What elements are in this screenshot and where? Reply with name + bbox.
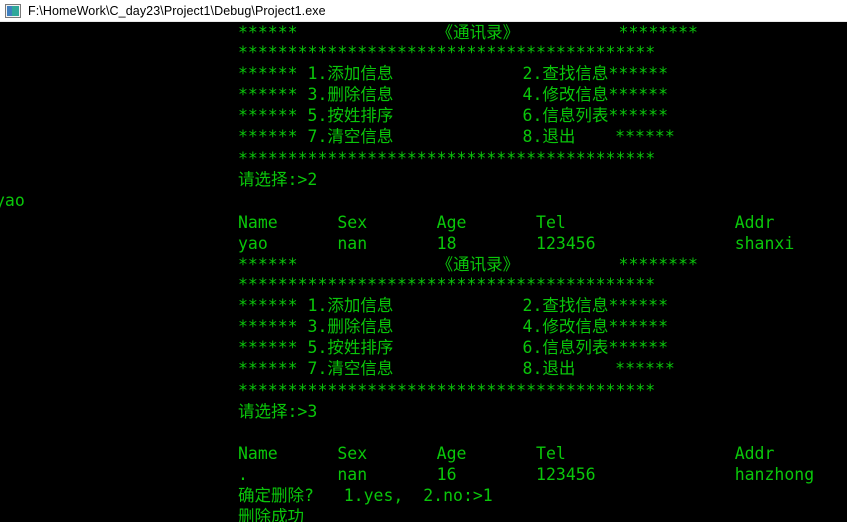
menu-separator-bottom-1: ****************************************… <box>238 149 656 168</box>
delete-success-message: 删除成功 <box>238 507 304 522</box>
confirm-delete-prompt: 确定删除? 1.yes, 2.no:>1 <box>238 486 493 505</box>
menu-title-line-2: ****** 《通讯录》 ******** <box>238 255 698 274</box>
table-header-2: Name Sex Age Tel Addr <box>238 444 775 463</box>
menu-item-row-2a[interactable]: ****** 1.添加信息 2.查找信息****** <box>0 295 847 316</box>
table-row-2: . nan 16 123456 hanzhong <box>238 465 815 484</box>
menu-separator-top-2: ****************************************… <box>238 275 656 294</box>
menu-item-row-1c[interactable]: ****** 5.按姓排序 6.信息列表****** <box>0 105 847 126</box>
prompt-choice-2: 请选择:>3 <box>238 402 318 421</box>
menu-separator-top-1: ****************************************… <box>238 43 656 62</box>
window-titlebar: F:\HomeWork\C_day23\Project1\Debug\Proje… <box>0 0 847 22</box>
table-header-1: Name Sex Age Tel Addr <box>238 213 775 232</box>
menu-item-row-1a[interactable]: ****** 1.添加信息 2.查找信息****** <box>0 63 847 84</box>
menu-item-row-1d[interactable]: ****** 7.清空信息 8.退出 ****** <box>0 126 847 147</box>
prompt-choice-1: 请选择:>2 <box>238 170 318 189</box>
menu-item-row-2d[interactable]: ****** 7.清空信息 8.退出 ****** <box>0 358 847 379</box>
console-output-area[interactable]: ****** 《通讯录》 ******** ******************… <box>0 22 847 522</box>
table-row-1: yao nan 18 123456 shanxi <box>238 234 795 253</box>
menu-item-row-2b[interactable]: ****** 3.删除信息 4.修改信息****** <box>0 316 847 337</box>
menu-item-row-1b[interactable]: ****** 3.删除信息 4.修改信息****** <box>0 84 847 105</box>
console-app-icon <box>5 3 21 18</box>
window-title: F:\HomeWork\C_day23\Project1\Debug\Proje… <box>28 3 326 18</box>
console-app-icon-right-pane <box>12 5 19 16</box>
menu-separator-bottom-2: ****************************************… <box>238 381 656 400</box>
menu-item-row-2c[interactable]: ****** 5.按姓排序 6.信息列表****** <box>0 337 847 358</box>
menu-title-line-1: ****** 《通讯录》 ******** <box>238 23 698 42</box>
stray-left-text: yao <box>0 191 25 210</box>
